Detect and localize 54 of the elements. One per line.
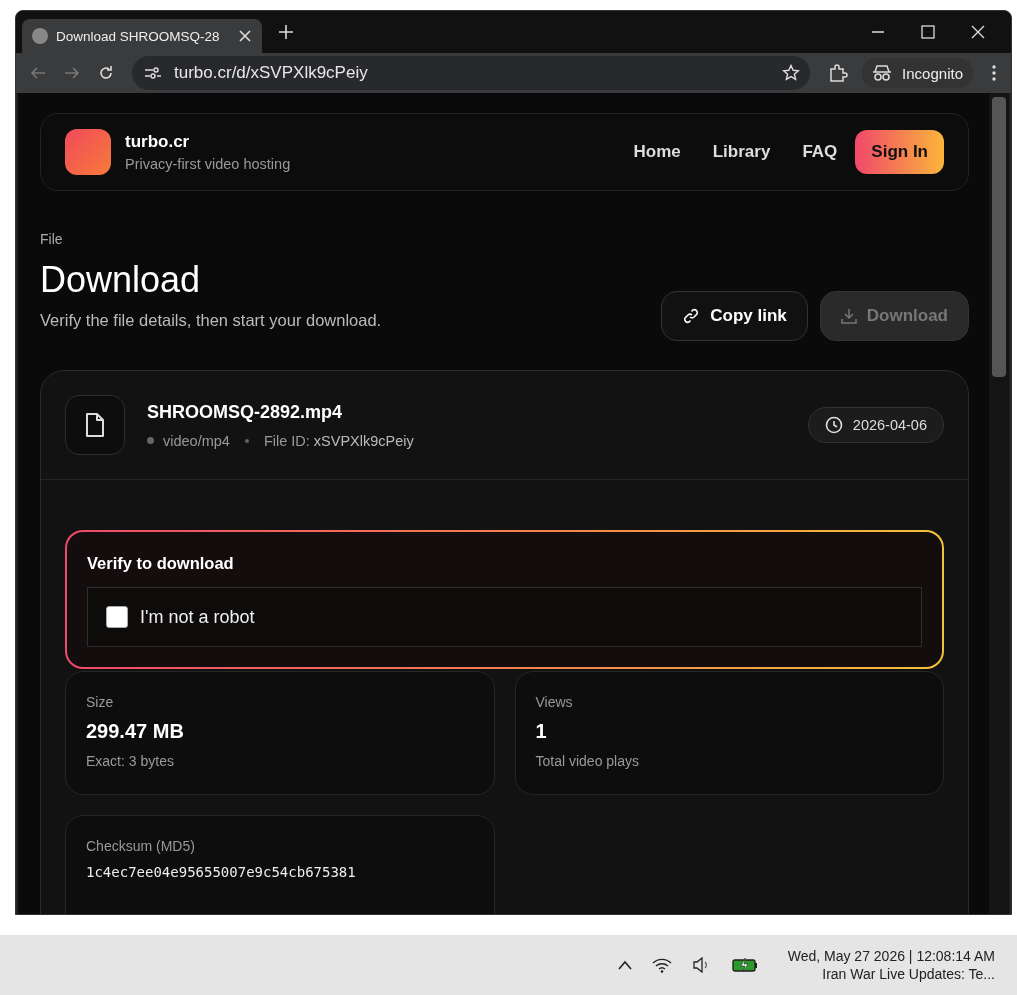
file-type: video/mp4 <box>163 432 230 449</box>
chevron-up-icon[interactable] <box>617 960 632 971</box>
stat-value: 299.47 MB <box>86 720 185 743</box>
verify-title: Verify to download <box>87 554 234 572</box>
stat-note: Exact: 3 bytes <box>86 753 175 769</box>
stat-value: 1 <box>535 720 548 743</box>
nav-link[interactable]: Library <box>712 142 771 162</box>
clock-icon <box>824 416 843 434</box>
puzzle-icon[interactable] <box>828 63 849 83</box>
browser-tab[interactable]: Download SHROOMSQ-28 <box>22 19 262 53</box>
copy-link-button[interactable]: Copy link <box>661 291 808 341</box>
checkbox[interactable] <box>106 606 128 628</box>
nav-link[interactable]: FAQ <box>802 142 838 162</box>
stat-value: 1c4ec7ee04e95655007e9c54cb675381 <box>86 864 357 880</box>
star-icon[interactable] <box>782 64 801 82</box>
captcha-widget[interactable]: I'm not a robot <box>87 587 922 647</box>
menu-icon[interactable] <box>991 64 997 82</box>
site-settings-icon[interactable] <box>144 66 162 80</box>
date-time[interactable]: Wed, May 27 2026 | 12:08:14 AM <box>787 948 995 965</box>
incognito-button[interactable]: Incognito <box>862 58 973 88</box>
logo-icon <box>65 129 111 175</box>
news-ticker[interactable]: Iran War Live Updates: Te... <box>822 966 995 983</box>
stat-note: Total video plays <box>535 753 640 769</box>
maximize-icon[interactable] <box>921 25 935 39</box>
stat-label: Views <box>535 694 574 710</box>
link-icon <box>682 307 701 325</box>
address-bar[interactable]: turbo.cr/d/xSVPXlk9cPeiy <box>132 56 811 90</box>
download-icon <box>840 308 857 324</box>
close-icon[interactable] <box>238 29 252 43</box>
forward-icon[interactable] <box>64 65 80 81</box>
file-name: SHROOMSQ-2892.mp4 <box>147 401 344 423</box>
reload-icon[interactable] <box>98 65 114 81</box>
back-icon[interactable] <box>30 65 46 81</box>
file-icon <box>84 412 106 438</box>
file-id: File ID: xSVPXlk9cPeiy <box>263 432 414 449</box>
wifi-icon[interactable] <box>651 957 672 974</box>
bullet-icon <box>147 437 154 444</box>
page-subtitle: Verify the file details, then start your download. <box>40 311 382 330</box>
separator-icon <box>244 438 249 443</box>
stat-label: Checksum (MD5) <box>86 838 196 854</box>
page-title: Download <box>40 259 202 301</box>
site-name[interactable]: turbo.cr <box>125 132 291 152</box>
scrollbar[interactable] <box>989 93 1009 915</box>
battery-icon[interactable] <box>731 957 758 974</box>
stat-label: Size <box>86 694 115 710</box>
nav-link[interactable]: Home <box>633 142 681 162</box>
incognito-icon <box>872 64 893 82</box>
new-tab-icon[interactable] <box>278 24 294 40</box>
tab-title: Download SHROOMSQ-28 <box>56 28 221 44</box>
sign-in-button[interactable]: Sign In <box>855 130 944 174</box>
eyebrow-label: File <box>40 231 64 247</box>
close-icon[interactable] <box>971 25 985 39</box>
site-tagline: Privacy-first video hosting <box>125 156 291 172</box>
date-badge: 2026-04-06 <box>807 407 944 443</box>
